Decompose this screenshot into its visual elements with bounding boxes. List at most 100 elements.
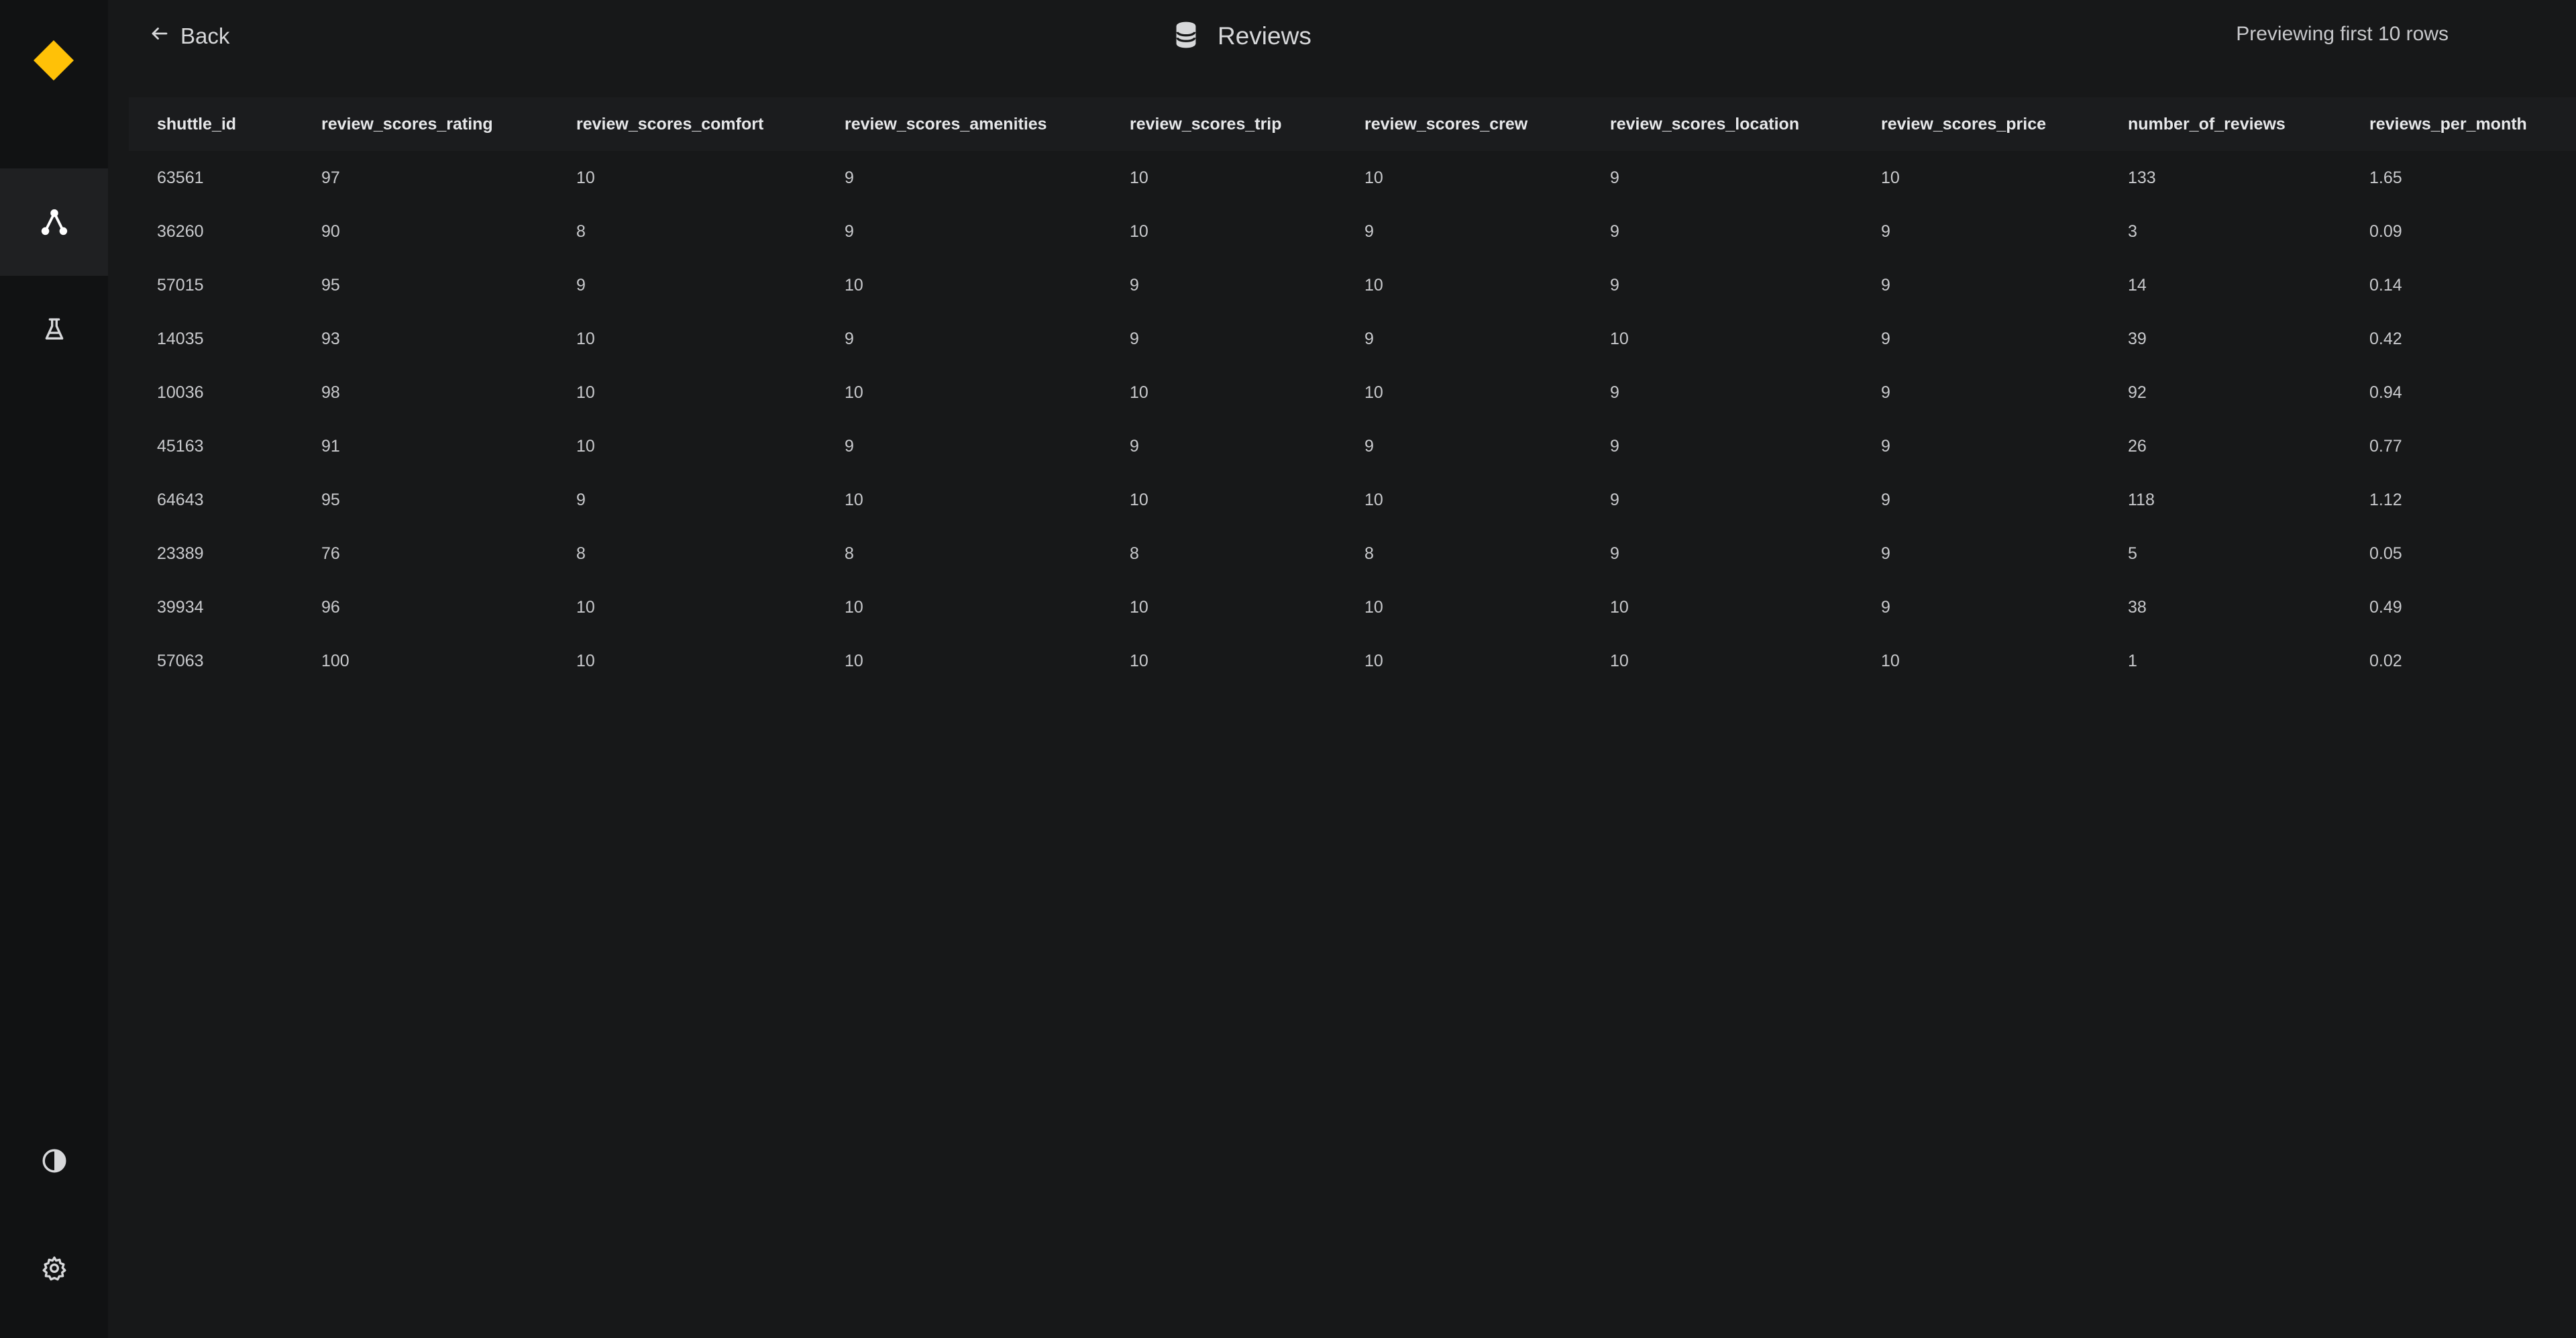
table-cell: 9: [845, 329, 854, 348]
table-cell: 9: [1610, 436, 1619, 456]
table-cell: 57015: [157, 275, 204, 295]
column-header-reviews-per-month[interactable]: reviews_per_month: [2341, 97, 2576, 151]
table-cell: 0.94: [2369, 382, 2402, 402]
table-cell: 10: [845, 275, 863, 295]
table-cell: 90: [321, 221, 340, 241]
table-cell: 10: [1130, 168, 1148, 187]
table-row: 36260 90 8 9 10 9 9 9 3 0.09: [129, 205, 2576, 258]
table-cell: 10: [1130, 382, 1148, 402]
table-cell: 36260: [157, 221, 204, 241]
table-cell: 9: [1881, 436, 1890, 456]
column-header-shuttle-id[interactable]: shuttle_id: [129, 97, 293, 151]
table-cell: 10: [1364, 382, 1383, 402]
logo-icon[interactable]: [34, 40, 74, 81]
table-row: 45163 91 10 9 9 9 9 9 26 0.77: [129, 419, 2576, 473]
table-cell: 10: [576, 382, 595, 402]
table-cell: 76: [321, 544, 340, 563]
table-cell: 10: [1130, 490, 1148, 509]
table-cell: 9: [576, 275, 586, 295]
back-label: Back: [180, 23, 230, 48]
table-cell: 1.12: [2369, 490, 2402, 509]
theme-toggle[interactable]: [0, 1107, 108, 1215]
table-cell: 9: [1881, 221, 1890, 241]
table-cell: 97: [321, 168, 340, 187]
table-cell: 10: [576, 436, 595, 456]
sidebar-item-pipelines[interactable]: [0, 168, 108, 276]
table-cell: 93: [321, 329, 340, 348]
column-header-review-scores-crew[interactable]: review_scores_crew: [1336, 97, 1582, 151]
table-cell: 9: [1610, 221, 1619, 241]
table-cell: 64643: [157, 490, 204, 509]
table-cell: 10036: [157, 382, 204, 402]
table-cell: 9: [1610, 168, 1619, 187]
column-header-review-scores-price[interactable]: review_scores_price: [1853, 97, 2100, 151]
preview-status: Previewing first 10 rows: [2236, 23, 2449, 45]
table-cell: 9: [1610, 544, 1619, 563]
table-header-row: shuttle_id review_scores_rating review_sco…: [129, 97, 2576, 151]
table-cell: 9: [1130, 329, 1139, 348]
table-row: 23389 76 8 8 8 8 9 9 5 0.05: [129, 527, 2576, 580]
table-cell: 9: [1881, 329, 1890, 348]
table-cell: 63561: [157, 168, 204, 187]
column-header-review-scores-rating[interactable]: review_scores_rating: [293, 97, 548, 151]
table-cell: 9: [1364, 329, 1374, 348]
column-header-review-scores-comfort[interactable]: review_scores_comfort: [548, 97, 816, 151]
arrow-left-icon: [150, 23, 170, 49]
table-cell: 92: [2128, 382, 2147, 402]
table-row: 39934 96 10 10 10 10 10 9 38 0.49: [129, 580, 2576, 634]
table-cell: 100: [321, 651, 350, 670]
table-row: 57015 95 9 10 9 10 9 9 14 0.14: [129, 258, 2576, 312]
contrast-icon: [40, 1147, 68, 1175]
table-cell: 95: [321, 275, 340, 295]
table-row: 63561 97 10 9 10 10 9 10 133 1.65: [129, 151, 2576, 205]
table-row: 64643 95 9 10 10 10 9 9 118 1.12: [129, 473, 2576, 527]
flask-icon: [41, 316, 68, 343]
table-cell: 133: [2128, 168, 2156, 187]
table-cell: 9: [1610, 490, 1619, 509]
table-cell: 10: [1610, 329, 1629, 348]
app-window: Back Reviews Previewing first 10 rows sh…: [0, 0, 2576, 1338]
table-cell: 39: [2128, 329, 2147, 348]
sidebar-item-experiments[interactable]: [0, 276, 108, 383]
table-cell: 23389: [157, 544, 204, 563]
column-header-review-scores-trip[interactable]: review_scores_trip: [1102, 97, 1336, 151]
back-button[interactable]: Back: [150, 20, 229, 52]
table-cell: 9: [1881, 382, 1890, 402]
table-cell: 0.77: [2369, 436, 2402, 456]
column-header-review-scores-amenities[interactable]: review_scores_amenities: [816, 97, 1102, 151]
table-cell: 14: [2128, 275, 2147, 295]
table-cell: 9: [1364, 436, 1374, 456]
column-header-review-scores-location[interactable]: review_scores_location: [1582, 97, 1853, 151]
table-cell: 8: [845, 544, 854, 563]
page-title-group: Reviews: [1175, 19, 1311, 54]
table-cell: 10: [1881, 168, 1900, 187]
table-cell: 9: [845, 168, 854, 187]
table-cell: 3: [2128, 221, 2137, 241]
table-cell: 10: [1881, 651, 1900, 670]
logo-diamond: [34, 40, 74, 81]
table-cell: 98: [321, 382, 340, 402]
table-cell: 10: [1364, 168, 1383, 187]
table-cell: 5: [2128, 544, 2137, 563]
table-cell: 10: [845, 382, 863, 402]
table-cell: 10: [1130, 221, 1148, 241]
table-cell: 10: [1364, 490, 1383, 509]
table-cell: 10: [845, 597, 863, 617]
table-cell: 9: [1130, 436, 1139, 456]
table-cell: 118: [2128, 490, 2155, 509]
table-cell: 91: [321, 436, 340, 456]
table-cell: 9: [1881, 490, 1890, 509]
table-cell: 10: [1364, 597, 1383, 617]
table-cell: 10: [845, 651, 863, 670]
table-body: 63561 97 10 9 10 10 9 10 133 1.65 36260 90 8 9 10 9 9 9 3 0…: [129, 151, 2576, 688]
table-cell: 10: [1610, 651, 1629, 670]
table-cell: 38: [2128, 597, 2147, 617]
table-cell: 9: [1610, 382, 1619, 402]
column-header-number-of-reviews[interactable]: number_of_reviews: [2100, 97, 2341, 151]
table-cell: 45163: [157, 436, 204, 456]
settings-button[interactable]: [0, 1215, 108, 1322]
table-cell: 9: [1610, 275, 1619, 295]
table-cell: 26: [2128, 436, 2147, 456]
header: Back Reviews Previewing first 10 rows: [108, 0, 2576, 74]
table-cell: 9: [1364, 221, 1374, 241]
